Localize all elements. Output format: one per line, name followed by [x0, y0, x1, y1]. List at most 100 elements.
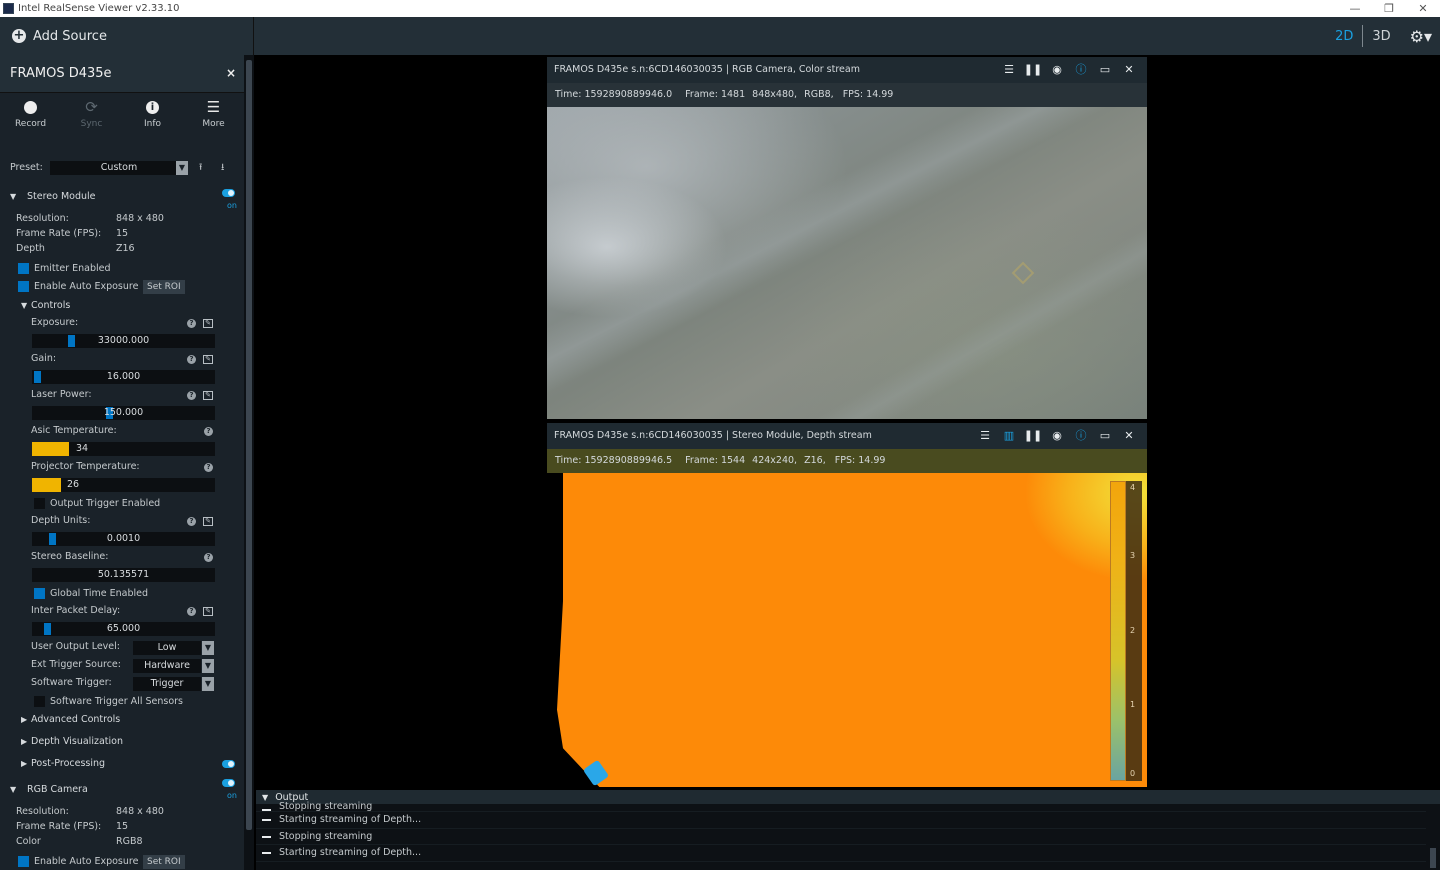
color-frame-image — [547, 107, 1147, 419]
exposure-slider[interactable]: 33000.000 — [32, 334, 215, 348]
mode-2d-button[interactable]: 2D — [1326, 29, 1362, 44]
device-toolbar: Record ⟳ Sync i Info ☰ More — [0, 95, 244, 145]
sync-button[interactable]: ⟳ Sync — [61, 95, 122, 145]
chevron-down-icon[interactable]: ▼ — [202, 659, 214, 673]
pause-icon[interactable]: ❚❚ — [1021, 423, 1045, 449]
help-icon[interactable]: ? — [187, 355, 196, 364]
stereo-toggle[interactable] — [222, 189, 235, 197]
expand-triangle-icon: ▶ — [21, 737, 28, 746]
help-icon[interactable]: ? — [187, 607, 196, 616]
info-button[interactable]: i Info — [122, 95, 183, 145]
info-label: Info — [143, 119, 162, 129]
info-icon: i — [146, 101, 159, 114]
auto-exposure-checkbox[interactable] — [18, 281, 29, 292]
packet-delay-slider[interactable]: 65.000 — [32, 622, 215, 636]
rgb-auto-exposure-checkbox[interactable] — [18, 856, 29, 867]
controls-header[interactable]: ▼ Controls — [0, 298, 244, 314]
exposure-slider-knob[interactable] — [68, 335, 75, 347]
edit-icon[interactable]: ✎ — [203, 391, 213, 400]
color-stream-info: Time: 1592890889946.0 Frame: 1481 848x48… — [547, 83, 1147, 107]
post-processing-header[interactable]: ▶ Post-Processing — [0, 756, 244, 772]
fps-value[interactable]: 15 — [116, 226, 128, 242]
help-icon[interactable]: ? — [187, 391, 196, 400]
options-icon[interactable]: ☰ — [973, 423, 997, 449]
histogram-icon[interactable]: ▥ — [997, 423, 1021, 449]
sw-trigger-select[interactable]: Trigger — [133, 677, 201, 691]
options-icon[interactable]: ☰ — [997, 57, 1021, 83]
upload-icon[interactable]: ⭱ — [199, 160, 202, 176]
user-output-label: User Output Level: — [31, 641, 120, 652]
settings-gear-icon[interactable]: ⚙▾ — [1400, 27, 1440, 46]
collapse-triangle-icon: ▼ — [10, 192, 17, 201]
rgb-camera-header[interactable]: ▼ RGB Camera on — [0, 779, 244, 800]
post-processing-toggle[interactable] — [222, 760, 235, 768]
gain-slider-knob[interactable] — [34, 371, 41, 383]
edit-icon[interactable]: ✎ — [203, 517, 213, 526]
info-icon[interactable]: ⓘ — [1069, 57, 1093, 83]
close-icon[interactable]: ✕ — [1117, 423, 1141, 449]
output-trigger-checkbox[interactable] — [34, 498, 45, 509]
advanced-controls-header[interactable]: ▶ Advanced Controls — [0, 712, 244, 728]
ext-trigger-select[interactable]: Hardware — [133, 659, 201, 673]
camera-icon[interactable]: ◉ — [1045, 57, 1069, 83]
add-source-button[interactable]: + Add Source — [0, 17, 254, 55]
laser-power-slider[interactable]: 150.000 — [32, 406, 215, 420]
camera-icon[interactable]: ◉ — [1045, 423, 1069, 449]
laser-power-value: 150.000 — [103, 407, 144, 418]
info-icon[interactable]: ⓘ — [1069, 423, 1093, 449]
minimize-button[interactable]: — — [1338, 0, 1372, 17]
format-value[interactable]: RGB8 — [116, 834, 143, 850]
help-icon[interactable]: ? — [187, 319, 196, 328]
stereo-resolution-row: Resolution: 848 x 480 — [0, 211, 244, 227]
stereo-fps-row: Frame Rate (FPS): 15 — [0, 226, 244, 242]
set-roi-button[interactable]: Set ROI — [143, 280, 185, 294]
global-time-checkbox[interactable] — [34, 588, 45, 599]
rgb-toggle[interactable] — [222, 779, 235, 787]
packet-delay-label: Inter Packet Delay: — [31, 605, 121, 616]
gain-slider[interactable]: 16.000 — [32, 370, 215, 384]
help-icon[interactable]: ? — [204, 553, 213, 562]
close-window-button[interactable]: ✕ — [1406, 0, 1440, 17]
edit-icon[interactable]: ✎ — [203, 319, 213, 328]
user-output-select[interactable]: Low — [133, 641, 201, 655]
download-icon[interactable]: ⭳ — [221, 160, 224, 176]
set-roi-button[interactable]: Set ROI — [143, 855, 185, 869]
resolution-value[interactable]: 848 x 480 — [116, 804, 164, 820]
preset-select[interactable]: Custom — [50, 161, 188, 175]
preset-chevron-down-icon[interactable]: ▼ — [176, 161, 188, 175]
maximize-icon[interactable]: ▭ — [1093, 57, 1117, 83]
restore-button[interactable]: ❐ — [1372, 0, 1406, 17]
depth-units-knob[interactable] — [49, 533, 56, 545]
sw-trigger-all-checkbox[interactable] — [34, 696, 45, 707]
help-icon[interactable]: ? — [187, 517, 196, 526]
scrollbar-thumb[interactable] — [246, 60, 252, 830]
help-icon[interactable]: ? — [204, 463, 213, 472]
panel-scrollbar[interactable] — [244, 55, 254, 870]
depth-units-slider[interactable]: 0.0010 — [32, 532, 215, 546]
resolution-value[interactable]: 848 x 480 — [116, 211, 164, 227]
fps-value[interactable]: 15 — [116, 819, 128, 835]
format-value[interactable]: Z16 — [116, 241, 135, 257]
depth-visualization-header[interactable]: ▶ Depth Visualization — [0, 734, 244, 750]
record-button[interactable]: Record — [0, 95, 61, 145]
color-stream-viewport[interactable]: FRAMOS D435e s.n:6CD146030035 | RGB Came… — [547, 57, 1147, 419]
chevron-down-icon[interactable]: ▼ — [202, 677, 214, 691]
mode-3d-button[interactable]: 3D — [1363, 29, 1399, 44]
emitter-checkbox[interactable] — [18, 263, 29, 274]
depth-colorbar — [1110, 481, 1126, 781]
edit-icon[interactable]: ✎ — [203, 355, 213, 364]
depth-stream-viewport[interactable]: FRAMOS D435e s.n:6CD146030035 | Stereo M… — [547, 423, 1147, 787]
close-icon[interactable]: ✕ — [1117, 57, 1141, 83]
expand-triangle-icon: ▶ — [21, 759, 28, 768]
close-device-icon[interactable]: × — [226, 66, 236, 80]
help-icon[interactable]: ? — [204, 427, 213, 436]
stereo-module-header[interactable]: ▼ Stereo Module on — [0, 189, 244, 210]
asic-temp-fill — [32, 442, 69, 456]
packet-delay-knob[interactable] — [44, 623, 51, 635]
edit-icon[interactable]: ✎ — [203, 607, 213, 616]
pause-icon[interactable]: ❚❚ — [1021, 57, 1045, 83]
maximize-icon[interactable]: ▭ — [1093, 423, 1117, 449]
chevron-down-icon[interactable]: ▼ — [202, 641, 214, 655]
output-scrollbar[interactable] — [1430, 848, 1436, 868]
more-button[interactable]: ☰ More — [183, 95, 244, 145]
